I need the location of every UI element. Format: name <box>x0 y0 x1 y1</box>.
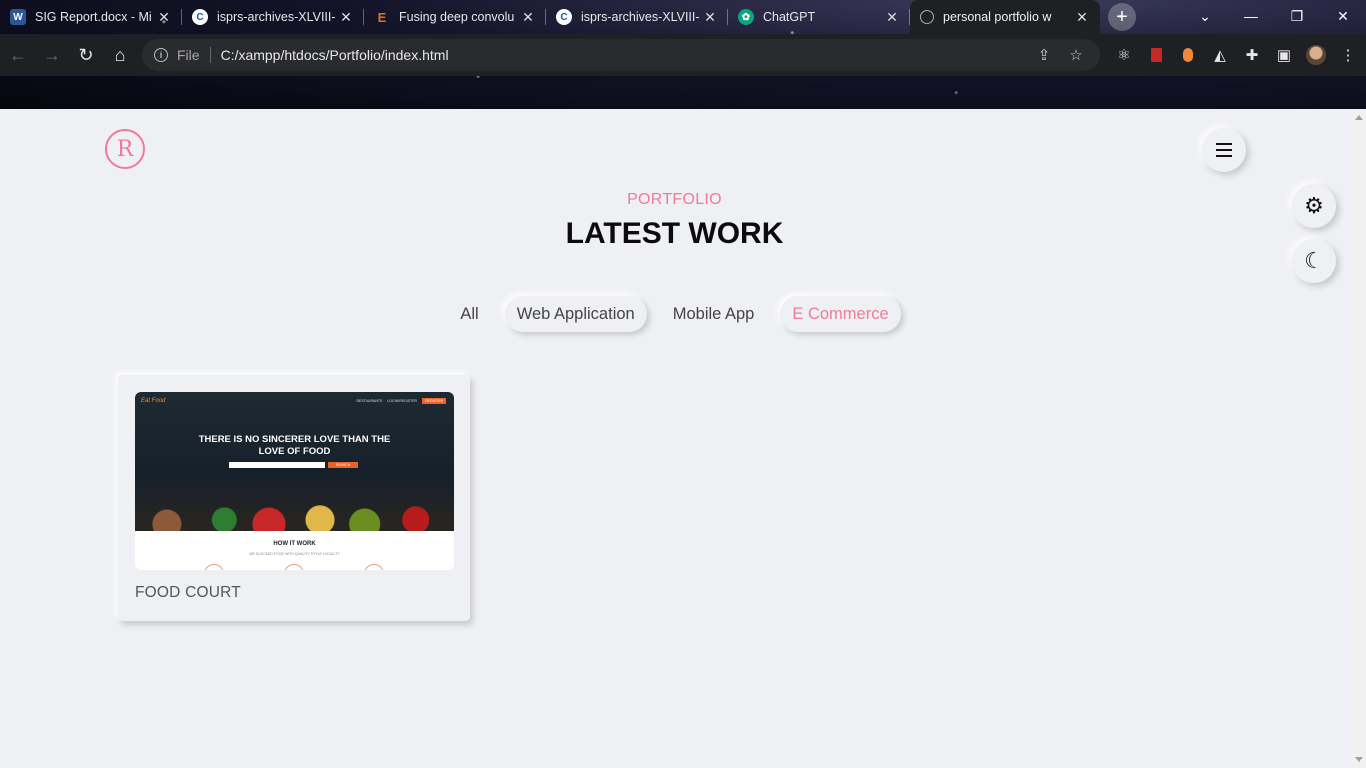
close-window-icon[interactable]: ✕ <box>1320 0 1366 32</box>
thumbnail-headline-line: LOVE OF FOOD <box>258 446 331 457</box>
browser-tab-active[interactable]: personal portfolio w ✕ <box>910 0 1100 34</box>
orange-extension-icon[interactable] <box>1172 39 1204 71</box>
restore-icon[interactable]: ❐ <box>1274 0 1320 32</box>
elsevier-icon: E <box>377 9 387 25</box>
globe-icon <box>920 10 934 24</box>
browser-toolbar: ← → ↻ ⌂ i File C:/xampp/htdocs/Portfolio… <box>0 34 1366 76</box>
red-book-icon[interactable] <box>1140 39 1172 71</box>
new-tab-button[interactable]: + <box>1108 3 1136 31</box>
scroll-down-icon[interactable] <box>1355 757 1363 762</box>
tab-title: ChatGPT <box>763 10 816 24</box>
thumbnail-search-button: SEARCH <box>328 462 358 468</box>
thumbnail-step-icon <box>284 564 304 570</box>
tab-title: personal portfolio w <box>943 10 1052 24</box>
thumbnail-step-icon <box>204 564 224 570</box>
browser-tab[interactable]: W SIG Report.docx - Mi ✕ <box>0 0 182 34</box>
side-panel-icon[interactable]: ▣ <box>1268 39 1300 71</box>
filter-web-application[interactable]: Web Application <box>504 296 647 332</box>
project-card[interactable]: Eat Food RESTAURANTS LOGIN/REGISTER REGI… <box>118 375 470 621</box>
more-menu-icon[interactable]: ⋮ <box>1332 39 1364 71</box>
word-icon: W <box>10 9 26 25</box>
thumbnail-how-subtitle: WE SUCCEED FOOD WITH QUALITY STYLE LOCAL… <box>249 552 340 556</box>
address-bar[interactable]: i File C:/xampp/htdocs/Portfolio/index.h… <box>142 39 1100 71</box>
thumbnail-nav-item: RESTAURANTS <box>356 399 383 403</box>
browser-tab[interactable]: C isprs-archives-XLVIII- ✕ <box>546 0 728 34</box>
minimize-icon[interactable]: — <box>1228 0 1274 32</box>
thumbnail-nav: RESTAURANTS LOGIN/REGISTER REGISTER <box>357 398 446 404</box>
project-thumbnail[interactable]: Eat Food RESTAURANTS LOGIN/REGISTER REGI… <box>135 392 454 570</box>
page-scrollbar[interactable] <box>1351 109 1366 768</box>
tab-title: Fusing deep convolu <box>399 10 515 24</box>
close-icon[interactable]: ✕ <box>520 9 536 26</box>
home-icon[interactable]: ⌂ <box>104 39 136 71</box>
close-icon[interactable]: ✕ <box>156 9 172 26</box>
hamburger-icon <box>1216 149 1232 151</box>
reload-icon[interactable]: ↻ <box>70 39 102 71</box>
site-info-icon[interactable]: i <box>154 48 168 62</box>
extensions-area: ⚛ ◭ ✚ ▣ ⋮ <box>1108 39 1364 71</box>
scroll-up-icon[interactable] <box>1355 115 1363 120</box>
thumbnail-search-field <box>229 462 325 468</box>
back-icon[interactable]: ← <box>2 39 34 71</box>
browser-tab[interactable]: C isprs-archives-XLVIII- ✕ <box>182 0 364 34</box>
profile-avatar[interactable] <box>1300 39 1332 71</box>
section-subtitle: PORTFOLIO <box>627 191 722 208</box>
copernicus-icon: C <box>192 9 208 25</box>
forward-icon[interactable]: → <box>36 39 68 71</box>
close-icon[interactable]: ✕ <box>702 9 718 26</box>
puzzle-icon[interactable]: ✚ <box>1236 39 1268 71</box>
project-title: FOOD COURT <box>135 584 241 601</box>
url-text[interactable]: C:/xampp/htdocs/Portfolio/index.html <box>221 47 1028 63</box>
tab-strip: W SIG Report.docx - Mi ✕ C isprs-archive… <box>0 0 1366 34</box>
close-icon[interactable]: ✕ <box>1074 9 1090 26</box>
bookmark-star-icon[interactable]: ☆ <box>1060 46 1092 64</box>
tab-title: isprs-archives-XLVIII- <box>581 10 700 24</box>
thumbnail-step-icon <box>364 564 384 570</box>
close-icon[interactable]: ✕ <box>338 9 354 26</box>
web-page: R ⚙ ☾ PORTFOLIO LATEST WORK All Web Appl… <box>0 109 1366 768</box>
thumbnail-nav-button: REGISTER <box>422 398 446 404</box>
tab-title: isprs-archives-XLVIII- <box>217 10 336 24</box>
browser-tab[interactable]: ✿ ChatGPT ✕ <box>728 0 910 34</box>
thumbnail-brand: Eat Food <box>141 398 166 404</box>
share-icon[interactable]: ⇪ <box>1028 46 1060 64</box>
thumbnail-how-title: HOW IT WORK <box>273 541 316 547</box>
site-logo[interactable]: R <box>105 129 145 169</box>
hamburger-icon <box>1216 155 1232 157</box>
window-controls: ⌄ — ❐ ✕ <box>1182 0 1366 34</box>
chatgpt-icon: ✿ <box>738 9 754 25</box>
filter-mobile-app[interactable]: Mobile App <box>661 296 767 332</box>
thumbnail-headline: THERE IS NO SINCERER LOVE THAN THE LOVE … <box>135 434 454 458</box>
copernicus-icon: C <box>556 9 572 25</box>
filter-e-commerce[interactable]: E Commerce <box>780 296 901 332</box>
section-title: LATEST WORK <box>565 217 784 250</box>
hamburger-icon <box>1216 143 1232 145</box>
tab-title: SIG Report.docx - Mi <box>35 10 152 24</box>
tab-search-icon[interactable]: ⌄ <box>1182 0 1228 32</box>
bird-extension-icon[interactable]: ◭ <box>1204 39 1236 71</box>
close-icon[interactable]: ✕ <box>884 9 900 26</box>
moon-icon: ☾ <box>1304 248 1324 273</box>
thumbnail-nav-item: LOGIN/REGISTER <box>387 399 418 403</box>
portfolio-filters: All Web Application Mobile App E Commerc… <box>0 296 1349 332</box>
browser-tab[interactable]: E Fusing deep convolu ✕ <box>364 0 546 34</box>
filter-all[interactable]: All <box>448 296 490 332</box>
url-scheme: File <box>177 47 200 63</box>
logo-letter: R <box>116 136 134 162</box>
menu-button[interactable] <box>1202 128 1246 172</box>
divider <box>209 47 211 63</box>
thumbnail-headline-line: THERE IS NO SINCERER LOVE THAN THE <box>198 434 391 445</box>
react-devtools-icon[interactable]: ⚛ <box>1108 39 1140 71</box>
